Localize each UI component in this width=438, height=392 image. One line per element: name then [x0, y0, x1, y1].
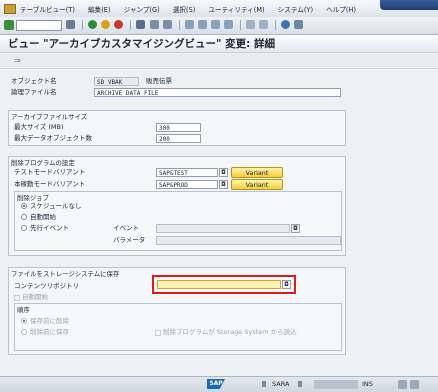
command-field[interactable]: [16, 20, 62, 31]
find-icon[interactable]: [149, 20, 159, 29]
new-session-icon[interactable]: [246, 20, 256, 29]
object-name-field: SD_VBAK: [94, 77, 139, 86]
logical-file-label: 論理ファイル名: [11, 88, 57, 96]
menu-utilities[interactable]: ユーティリティ(M): [208, 6, 264, 14]
status-dropdown-icon[interactable]: [298, 381, 302, 387]
window-title-strip: [380, 0, 438, 10]
status-bar: SAP SARA INS: [0, 376, 438, 392]
toolbar-separator: [82, 20, 84, 30]
content-repository-label: コンテンツリポジトリ: [14, 282, 79, 290]
parameter-field[interactable]: [156, 236, 341, 245]
value-help-icon[interactable]: ◘: [282, 280, 291, 289]
print-icon[interactable]: [136, 20, 146, 29]
menu-folder-icon[interactable]: [4, 4, 16, 14]
radio-delete-before-store[interactable]: [21, 318, 27, 324]
max-objects-label: 最大データオブジェクト数: [14, 134, 92, 142]
prod-variant-field[interactable]: SAP&PROD: [156, 180, 218, 189]
enter-icon[interactable]: [4, 20, 14, 30]
value-help-icon[interactable]: ◘: [291, 224, 300, 233]
test-variant-field[interactable]: SAP&TEST: [156, 168, 218, 177]
menu-edit[interactable]: 編集(E): [88, 6, 111, 14]
application-toolbar: ⇒: [0, 54, 438, 69]
help-icon[interactable]: [281, 20, 291, 29]
exit-icon[interactable]: [101, 20, 111, 29]
group-title: 削除プログラムの設定: [11, 159, 75, 167]
menu-system[interactable]: システム(Y): [278, 6, 313, 14]
layout-icon[interactable]: [294, 20, 304, 29]
max-size-label: 最大サイズ (MB): [14, 123, 64, 131]
standard-toolbar: [0, 17, 438, 35]
group-title: 削除ジョブ: [17, 194, 49, 202]
toolbar-icons: [66, 20, 305, 30]
read-from-storage-checkbox[interactable]: [155, 330, 161, 336]
group-title: ファイルをストレージシステムに保存: [11, 270, 120, 278]
test-variant-label: テストモードバリアント: [14, 168, 86, 176]
status-icon: [410, 380, 419, 389]
toolbar-separator: [130, 20, 132, 30]
sequence-group: 順序: [14, 303, 342, 351]
event-label: イベント: [113, 224, 139, 232]
page-title: ビュー "アーカイブカスタマイジングビュー" 変更: 詳細: [0, 35, 438, 53]
system-id: SARA: [272, 380, 290, 388]
sap-logo: SAP: [207, 379, 225, 389]
other-view-icon[interactable]: ⇒: [14, 57, 26, 65]
menu-goto[interactable]: ジャンプ(G): [124, 6, 160, 14]
previous-page-icon[interactable]: [197, 20, 207, 29]
insert-mode: INS: [362, 380, 373, 388]
value-help-icon[interactable]: ◘: [219, 168, 228, 177]
radio-after-event-label: 先行イベント: [30, 224, 69, 232]
radio-auto-start-label: 自動開始: [30, 213, 56, 221]
group-title: 順序: [17, 306, 30, 314]
back-icon[interactable]: [88, 20, 98, 29]
menu-bar: テーブルビュー(T) 編集(E) ジャンプ(G) 選択(S) ユーティリティ(M…: [0, 0, 438, 18]
next-page-icon[interactable]: [210, 20, 220, 29]
radio-delete-before-store-label: 保存前に削除: [30, 317, 69, 325]
object-description: 販売伝票: [146, 77, 172, 85]
logical-file-field[interactable]: ARCHIVE_DATA_FILE: [94, 88, 341, 97]
value-help-icon[interactable]: ◘: [219, 180, 228, 189]
prod-variant-label: 本稼動モードバリアント: [14, 180, 86, 188]
toolbar-separator: [240, 20, 242, 30]
radio-no-schedule-label: スケジュールなし: [30, 202, 82, 210]
max-objects-field[interactable]: 200: [156, 134, 201, 143]
last-page-icon[interactable]: [224, 20, 234, 29]
find-next-icon[interactable]: [162, 20, 172, 29]
status-icon: [398, 380, 407, 389]
toolbar-separator: [178, 20, 180, 30]
cancel-icon[interactable]: [114, 20, 124, 29]
radio-store-before-delete-label: 削除前に保存: [30, 328, 69, 336]
parameter-label: パラメータ: [113, 236, 146, 244]
object-name-label: オブジェクト名: [11, 77, 57, 85]
max-size-field[interactable]: 300: [156, 123, 201, 132]
radio-after-event[interactable]: [21, 225, 27, 231]
shortcut-icon[interactable]: [259, 20, 269, 29]
radio-store-before-delete[interactable]: [21, 329, 27, 335]
event-field[interactable]: [156, 224, 290, 233]
auto-start-checkbox[interactable]: [14, 295, 20, 301]
content-repository-field[interactable]: [157, 280, 281, 289]
group-title: アーカイブファイルサイズ: [11, 113, 88, 121]
status-arrow-icon[interactable]: [262, 381, 266, 387]
server-info: [314, 380, 358, 389]
radio-no-schedule[interactable]: [21, 203, 27, 209]
test-variant-button[interactable]: Variant: [231, 167, 283, 178]
menu-select[interactable]: 選択(S): [173, 6, 196, 14]
menu-items: テーブルビュー(T) 編集(E) ジャンプ(G) 選択(S) ユーティリティ(M…: [20, 4, 367, 14]
menu-help[interactable]: ヘルプ(H): [326, 6, 356, 14]
auto-start-label: 自動開始: [22, 293, 48, 301]
menu-table-view[interactable]: テーブルビュー(T): [20, 6, 75, 14]
read-from-storage-label: 削除プログラムが Storage System から読込: [163, 328, 297, 336]
save-icon[interactable]: [66, 20, 75, 29]
first-page-icon[interactable]: [184, 20, 194, 29]
toolbar-separator: [275, 20, 277, 30]
radio-auto-start[interactable]: [21, 214, 27, 220]
prod-variant-button[interactable]: Variant: [231, 179, 283, 190]
